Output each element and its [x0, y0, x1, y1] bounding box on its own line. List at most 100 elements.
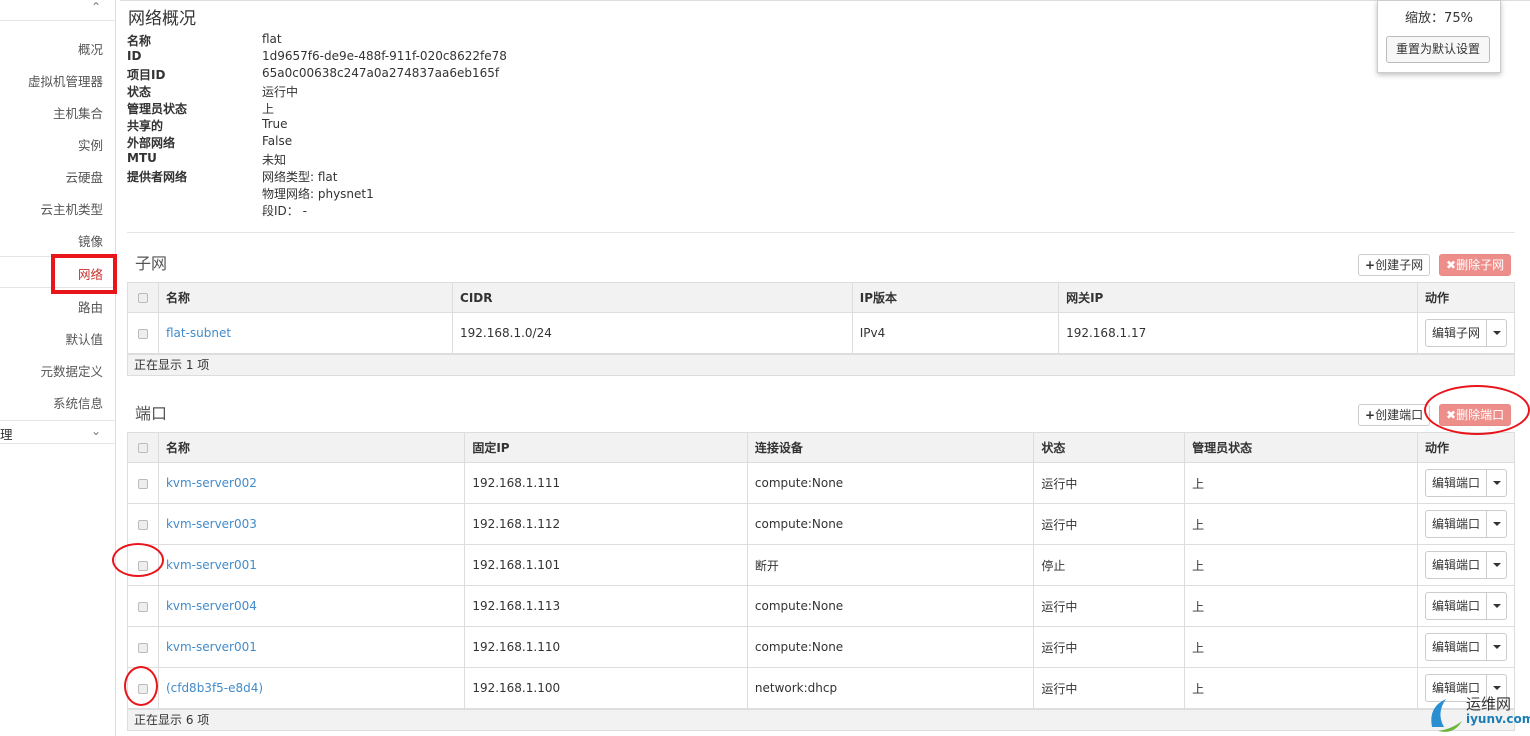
col-header[interactable]: IP版本 [851, 282, 1060, 313]
port-name[interactable]: kvm-server004 [157, 585, 466, 627]
port-name[interactable]: kvm-server001 [157, 626, 466, 668]
action-button-group[interactable]: 编辑端口 [1424, 551, 1507, 579]
sidebar-item[interactable]: 主机集合 [53, 103, 103, 122]
row-checkbox-cell[interactable] [127, 585, 159, 627]
select-all-checkbox-cell[interactable] [127, 432, 159, 463]
subnet-ipver: IPv4 [851, 312, 1060, 354]
sidebar-item[interactable]: 镜像 [78, 231, 103, 250]
edit-button[interactable]: 编辑端口 [1424, 551, 1487, 579]
subnets-footer: 正在显示 1 项 [127, 354, 1515, 376]
port-name-link[interactable]: kvm-server004 [166, 599, 257, 613]
port-name-link[interactable]: kvm-server002 [166, 476, 257, 490]
port-device: compute:None [746, 503, 1035, 545]
port-status: 运行中 [1033, 667, 1186, 709]
create-subnet-button[interactable]: +创建子网 [1358, 254, 1431, 276]
delete-subnet-button[interactable]: ✖删除子网 [1439, 254, 1512, 276]
port-device: compute:None [746, 626, 1035, 668]
row-checkbox-cell[interactable] [127, 626, 159, 668]
sidebar-item[interactable]: 云主机类型 [40, 199, 103, 218]
port-name-link[interactable]: kvm-server003 [166, 517, 257, 531]
action-button-group[interactable]: 编辑端口 [1424, 469, 1507, 497]
port-name-link[interactable]: kvm-server001 [166, 640, 257, 654]
detail-value: 物理网络: physnet1 [262, 187, 374, 201]
detail-value: 网络类型: flat [262, 170, 338, 184]
col-header[interactable]: 名称 [157, 432, 466, 463]
subnet-name[interactable]: flat-subnet [157, 312, 454, 354]
edit-button[interactable]: 编辑端口 [1424, 592, 1487, 620]
detail-key: ID [127, 49, 142, 63]
col-header[interactable]: 网关IP [1058, 282, 1418, 313]
detail-key: MTU [127, 151, 157, 165]
port-name[interactable]: kvm-server002 [157, 462, 466, 504]
dropdown-toggle[interactable] [1487, 592, 1507, 620]
sidebar-item[interactable]: 实例 [78, 135, 103, 154]
sidebar-item[interactable]: 元数据定义 [40, 361, 103, 380]
port-name[interactable]: kvm-server003 [157, 503, 466, 545]
subnets-table: 名称 CIDR IP版本 网关IP 动作 flat-subnet 192.168.… [127, 282, 1516, 354]
col-header[interactable]: 状态 [1033, 432, 1186, 463]
reset-zoom-button[interactable]: 重置为默认设置 [1386, 36, 1490, 63]
edit-button[interactable]: 编辑端口 [1424, 469, 1487, 497]
row-checkbox-cell[interactable] [127, 503, 159, 545]
table-row: (cfd8b3f5-e8d4) 192.168.1.100 network:dhcp… [127, 667, 1516, 709]
dropdown-toggle[interactable] [1487, 319, 1507, 347]
row-checkbox[interactable] [137, 601, 148, 612]
detail-value: False [262, 134, 293, 148]
main-content: 网络概况 名称 flat ID 1d9657f6-de9e-488f-911f-020… [120, 0, 1530, 736]
port-name-link[interactable]: (cfd8b3f5-e8d4) [166, 681, 263, 695]
create-port-button[interactable]: +创建端口 [1358, 404, 1431, 426]
detail-key: 状态 [127, 85, 152, 99]
sidebar-item[interactable]: 默认值 [65, 329, 103, 348]
sidebar-item[interactable]: 虚拟机管理器 [28, 71, 103, 90]
port-name-link[interactable]: kvm-server001 [166, 558, 257, 572]
port-name[interactable]: kvm-server001 [157, 544, 466, 586]
sidebar-item[interactable]: 系统信息 [53, 393, 103, 412]
col-header[interactable]: 固定IP [464, 432, 748, 463]
dropdown-toggle[interactable] [1487, 510, 1507, 538]
row-checkbox-cell[interactable] [127, 312, 159, 354]
port-name[interactable]: (cfd8b3f5-e8d4) [157, 667, 466, 709]
edit-button[interactable]: 编辑端口 [1424, 510, 1487, 538]
dropdown-toggle[interactable] [1487, 633, 1507, 661]
subnet-name-link[interactable]: flat-subnet [166, 326, 231, 340]
row-checkbox[interactable] [137, 478, 148, 489]
action-button-group[interactable]: 编辑端口 [1424, 592, 1507, 620]
top-divider [120, 0, 1530, 1]
action-cell: 编辑子网 [1416, 312, 1516, 354]
table-row: flat-subnet 192.168.1.0/24 IPv4 192.168.1.1… [127, 312, 1516, 354]
action-button-group[interactable]: 编辑子网 [1424, 319, 1507, 347]
row-checkbox[interactable] [137, 519, 148, 530]
col-header[interactable]: CIDR [452, 282, 853, 313]
col-header: 动作 [1416, 282, 1516, 313]
detail-value: True [262, 117, 288, 131]
page-title: 网络概况 [128, 9, 196, 29]
port-device: 断开 [746, 544, 1035, 586]
port-ip: 192.168.1.101 [464, 544, 748, 586]
sidebar-item[interactable]: 云硬盘 [65, 167, 103, 186]
port-ip: 192.168.1.111 [464, 462, 748, 504]
row-checkbox[interactable] [137, 328, 148, 339]
row-checkbox-cell[interactable] [127, 462, 159, 504]
col-header[interactable]: 名称 [157, 282, 454, 313]
dropdown-toggle[interactable] [1487, 469, 1507, 497]
select-all-checkbox[interactable] [137, 293, 148, 303]
edit-button[interactable]: 编辑子网 [1424, 319, 1487, 347]
detail-key: 外部网络 [127, 136, 176, 150]
select-all-checkbox-cell[interactable] [127, 282, 159, 313]
caret-down-icon [1492, 604, 1501, 608]
select-all-checkbox[interactable] [137, 443, 148, 453]
table-row: kvm-server002 192.168.1.111 compute:None 运行… [127, 462, 1516, 504]
action-button-group[interactable]: 编辑端口 [1424, 633, 1507, 661]
sidebar-section-header[interactable]: 理 ⌄ [0, 420, 115, 444]
sidebar-item[interactable]: 概况 [78, 39, 103, 58]
col-header[interactable]: 管理员状态 [1184, 432, 1418, 463]
dropdown-toggle[interactable] [1487, 551, 1507, 579]
action-button-group[interactable]: 编辑端口 [1424, 510, 1507, 538]
row-checkbox[interactable] [137, 642, 148, 653]
watermark-text: 运维网 [1466, 695, 1512, 713]
sidebar-item[interactable]: 路由 [78, 297, 103, 316]
annotation-circle [1424, 385, 1530, 435]
edit-button[interactable]: 编辑端口 [1424, 633, 1487, 661]
chevron-up-icon[interactable]: ⌃ [91, 0, 101, 14]
col-header[interactable]: 连接设备 [746, 432, 1035, 463]
